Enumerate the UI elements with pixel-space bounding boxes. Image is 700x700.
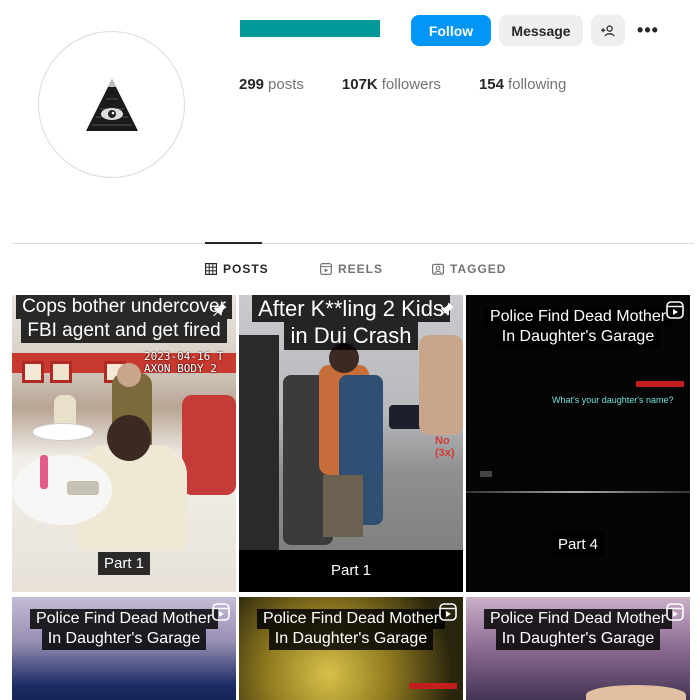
eye-pyramid-icon: [85, 78, 138, 131]
post-caption: Police Find Dead Mother In Daughter's Ga…: [12, 609, 236, 650]
reel-icon: [666, 603, 684, 621]
profile-stats: 299 posts 107K followers 154 following: [239, 76, 566, 93]
flower-vase: [40, 455, 48, 489]
followers-stat[interactable]: 107K followers: [342, 76, 441, 93]
khaki-pants: [323, 475, 363, 537]
add-user-button[interactable]: [591, 15, 625, 46]
more-options-button[interactable]: •••: [633, 15, 663, 46]
reel-icon: [439, 603, 457, 621]
officer-head: [117, 363, 141, 387]
bodycam-hud-mark: [636, 381, 684, 387]
post-caption: After K**ling 2 Kids in Dui Crash: [239, 295, 463, 350]
active-tab-indicator: [205, 242, 262, 244]
post-caption: Police Find Dead Mother In Daughter's Ga…: [466, 307, 690, 348]
posts-count: 299: [239, 76, 265, 93]
username-redacted-bar: [240, 20, 380, 37]
tab-posts-label: POSTS: [223, 262, 269, 276]
message-button[interactable]: Message: [499, 15, 583, 46]
grid-icon: [205, 263, 217, 275]
tab-posts[interactable]: POSTS: [205, 262, 269, 276]
bodycam-model: AXON BODY 2: [144, 362, 217, 376]
wall-frame: [50, 361, 72, 383]
pin-icon: [213, 302, 227, 317]
following-count: 154: [478, 76, 504, 93]
post-caption-line: Police Find Dead Mother: [483, 609, 673, 630]
video-subtitle: What's your daughter's name?: [552, 395, 674, 405]
post-caption: Cops bother undercover FBI agent and get…: [12, 295, 236, 343]
post-caption: Police Find Dead Mother In Daughter's Ga…: [239, 609, 463, 650]
post-caption-line: Police Find Dead Mother: [29, 609, 219, 630]
reel-icon: [212, 603, 230, 621]
audio-subtitle-overlay: No (3x): [435, 435, 455, 459]
reel-icon: [666, 301, 684, 319]
tab-reels-label: REELS: [338, 262, 384, 276]
post-part-label: Part 1: [97, 552, 151, 575]
post-caption-line: In Daughter's Garage: [268, 629, 434, 650]
post-tile[interactable]: Police Find Dead Mother In Daughter's Ga…: [466, 597, 690, 700]
post-part-label: Part 1: [324, 559, 378, 582]
tab-tagged[interactable]: TAGGED: [432, 262, 506, 276]
profile-tabs: POSTS REELS TAGGED: [0, 262, 700, 276]
post-caption-line: Police Find Dead Mother: [256, 609, 446, 630]
bodycam-hud-mark: [409, 683, 457, 689]
seated-man-head: [107, 415, 151, 461]
dash-mark: [480, 471, 492, 477]
post-caption-line: in Dui Crash: [284, 322, 418, 350]
post-tile[interactable]: Police Find Dead Mother In Daughter's Ga…: [12, 597, 236, 700]
post-tile[interactable]: What's your daughter's name? Police Find…: [466, 295, 690, 592]
posts-label: posts: [268, 76, 304, 93]
post-caption: Police Find Dead Mother In Daughter's Ga…: [466, 609, 690, 650]
reels-icon: [320, 263, 332, 275]
bodycam-timestamp-overlay: 2023-04-16 T AXON BODY 2: [144, 350, 236, 376]
scan-line: [466, 491, 690, 493]
post-tile[interactable]: Police Find Dead Mother In Daughter's Ga…: [239, 597, 463, 700]
following-stat[interactable]: 154 following: [479, 76, 566, 93]
tagged-icon: [432, 263, 444, 275]
followers-label: followers: [381, 76, 441, 93]
posts-stat[interactable]: 299 posts: [239, 76, 304, 93]
followers-count: 107K: [341, 76, 378, 93]
post-caption-line: In Daughter's Garage: [495, 327, 661, 348]
hand-closeup: [419, 335, 463, 435]
tab-reels[interactable]: REELS: [320, 262, 383, 276]
post-caption-line: In Daughter's Garage: [495, 629, 661, 650]
person-dark-coat: [239, 335, 279, 550]
post-tile[interactable]: No (3x) After K**ling 2 Kids in Dui Cras…: [239, 295, 463, 592]
post-caption-line: After K**ling 2 Kids: [252, 295, 450, 323]
profile-avatar[interactable]: [38, 31, 185, 178]
money-stack: [67, 481, 99, 495]
tab-tagged-label: TAGGED: [450, 262, 507, 276]
post-caption-line: In Daughter's Garage: [41, 629, 207, 650]
post-caption-line: Police Find Dead Mother: [483, 307, 673, 328]
blurred-face: [586, 685, 686, 700]
follow-button[interactable]: Follow: [411, 15, 491, 46]
tabs-divider: [12, 243, 694, 244]
add-user-icon: [601, 24, 615, 36]
wall-frame: [22, 361, 44, 383]
post-caption-line: FBI agent and get fired: [21, 318, 227, 343]
pin-icon: [440, 302, 454, 317]
red-booth: [182, 395, 236, 495]
post-part-label: Part 4: [551, 533, 605, 556]
post-caption-line: Cops bother undercover: [16, 295, 232, 319]
post-tile[interactable]: 2023-04-16 T AXON BODY 2 Cops bother und…: [12, 295, 236, 592]
following-label: following: [507, 76, 567, 93]
table-top: [32, 423, 94, 441]
